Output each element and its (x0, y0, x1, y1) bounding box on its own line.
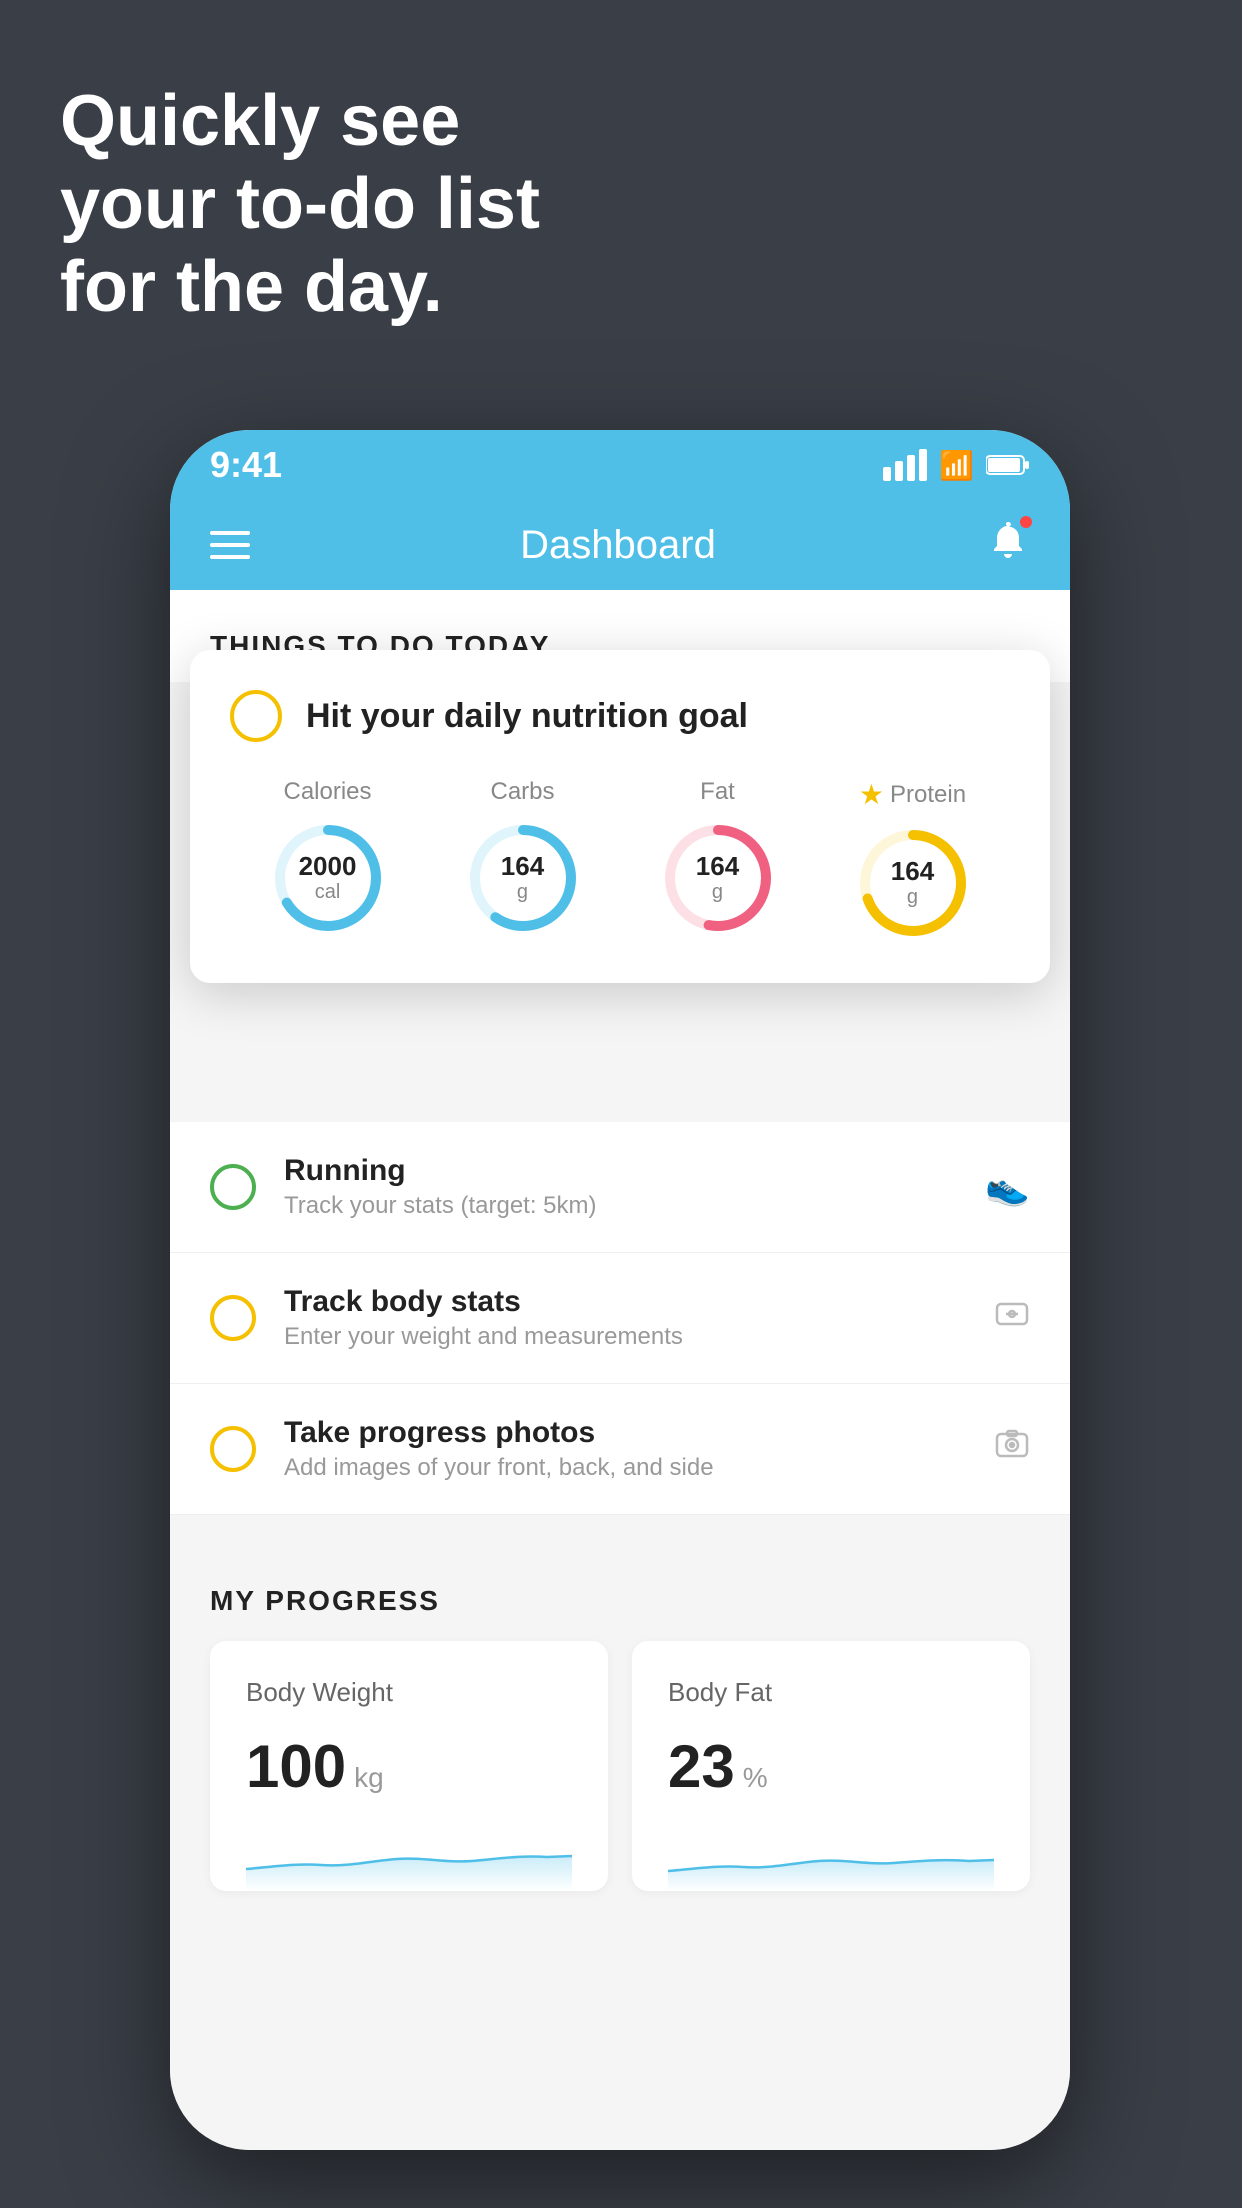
todo-circle-running (210, 1164, 256, 1210)
star-icon: ★ (859, 778, 884, 811)
todo-running-title: Running (284, 1154, 957, 1188)
progress-section: MY PROGRESS Body Weight 100 kg (170, 1555, 1070, 1891)
fat-gauge: 164 g (658, 818, 778, 938)
todo-photos-text: Take progress photos Add images of your … (284, 1416, 966, 1482)
hero-text: Quickly see your to-do list for the day. (60, 80, 540, 328)
carbs-unit: g (501, 881, 544, 904)
card-header: Hit your daily nutrition goal (230, 690, 1010, 742)
app-content: THINGS TO DO TODAY Hit your daily nutrit… (170, 590, 1070, 2150)
calories-gauge: 2000 cal (268, 818, 388, 938)
todo-running-text: Running Track your stats (target: 5km) (284, 1154, 957, 1220)
hamburger-menu[interactable] (210, 531, 250, 559)
card-title: Hit your daily nutrition goal (306, 697, 748, 736)
todo-circle-photos (210, 1426, 256, 1472)
body-weight-chart (246, 1831, 572, 1891)
fat-label: Fat (700, 778, 735, 806)
body-fat-chart (668, 1831, 994, 1891)
wifi-icon: 📶 (939, 449, 974, 482)
scale-icon (994, 1296, 1030, 1341)
protein-gauge: 164 g (853, 823, 973, 943)
todo-body-stats-subtitle: Enter your weight and measurements (284, 1323, 966, 1351)
todo-circle-body-stats (210, 1295, 256, 1341)
photo-icon (994, 1427, 1030, 1472)
protein-value: 164 (891, 857, 934, 886)
nav-title: Dashboard (520, 523, 716, 568)
carbs-label: Carbs (490, 778, 554, 806)
progress-heading: MY PROGRESS (210, 1555, 1030, 1641)
nutrition-carbs: Carbs 164 g (463, 778, 583, 938)
protein-unit: g (891, 886, 934, 909)
body-fat-card[interactable]: Body Fat 23 % (632, 1641, 1030, 1891)
todo-body-stats-text: Track body stats Enter your weight and m… (284, 1285, 966, 1351)
todo-running[interactable]: Running Track your stats (target: 5km) 👟 (170, 1122, 1070, 1253)
protein-label-row: ★ Protein (859, 778, 966, 811)
status-icons: 📶 (883, 449, 1030, 482)
body-fat-unit: % (743, 1762, 768, 1794)
nutrition-calories: Calories 2000 cal (268, 778, 388, 938)
body-fat-title: Body Fat (668, 1677, 994, 1708)
todo-photos-title: Take progress photos (284, 1416, 966, 1450)
status-time: 9:41 (210, 444, 282, 486)
todo-progress-photos[interactable]: Take progress photos Add images of your … (170, 1384, 1070, 1515)
nutrition-fat: Fat 164 g (658, 778, 778, 938)
body-weight-value: 100 kg (246, 1732, 572, 1801)
todo-list: Running Track your stats (target: 5km) 👟… (170, 1122, 1070, 1515)
nutrition-circles: Calories 2000 cal Carbs (230, 778, 1010, 943)
carbs-gauge: 164 g (463, 818, 583, 938)
fat-unit: g (696, 881, 739, 904)
battery-icon (986, 454, 1030, 476)
calories-value: 2000 (299, 852, 357, 881)
shoe-icon: 👟 (985, 1166, 1030, 1208)
protein-label: Protein (890, 781, 966, 809)
carbs-value: 164 (501, 852, 544, 881)
nutrition-card[interactable]: Hit your daily nutrition goal Calories 2… (190, 650, 1050, 983)
nav-bar: Dashboard (170, 500, 1070, 590)
body-weight-number: 100 (246, 1732, 346, 1801)
todo-running-subtitle: Track your stats (target: 5km) (284, 1192, 957, 1220)
calories-unit: cal (299, 881, 357, 904)
todo-photos-subtitle: Add images of your front, back, and side (284, 1454, 966, 1482)
todo-circle-nutrition (230, 690, 282, 742)
body-weight-unit: kg (354, 1762, 384, 1794)
body-fat-number: 23 (668, 1732, 735, 1801)
body-fat-value: 23 % (668, 1732, 994, 1801)
signal-icon (883, 449, 927, 481)
notification-dot (1018, 514, 1034, 530)
phone-mockup: 9:41 📶 Dashboard (170, 430, 1070, 2150)
progress-cards: Body Weight 100 kg (210, 1641, 1030, 1891)
calories-label: Calories (283, 778, 371, 806)
nutrition-protein: ★ Protein 164 g (853, 778, 973, 943)
bell-button[interactable] (986, 518, 1030, 572)
body-weight-card[interactable]: Body Weight 100 kg (210, 1641, 608, 1891)
todo-body-stats-title: Track body stats (284, 1285, 966, 1319)
body-weight-title: Body Weight (246, 1677, 572, 1708)
todo-body-stats[interactable]: Track body stats Enter your weight and m… (170, 1253, 1070, 1384)
status-bar: 9:41 📶 (170, 430, 1070, 500)
fat-value: 164 (696, 852, 739, 881)
